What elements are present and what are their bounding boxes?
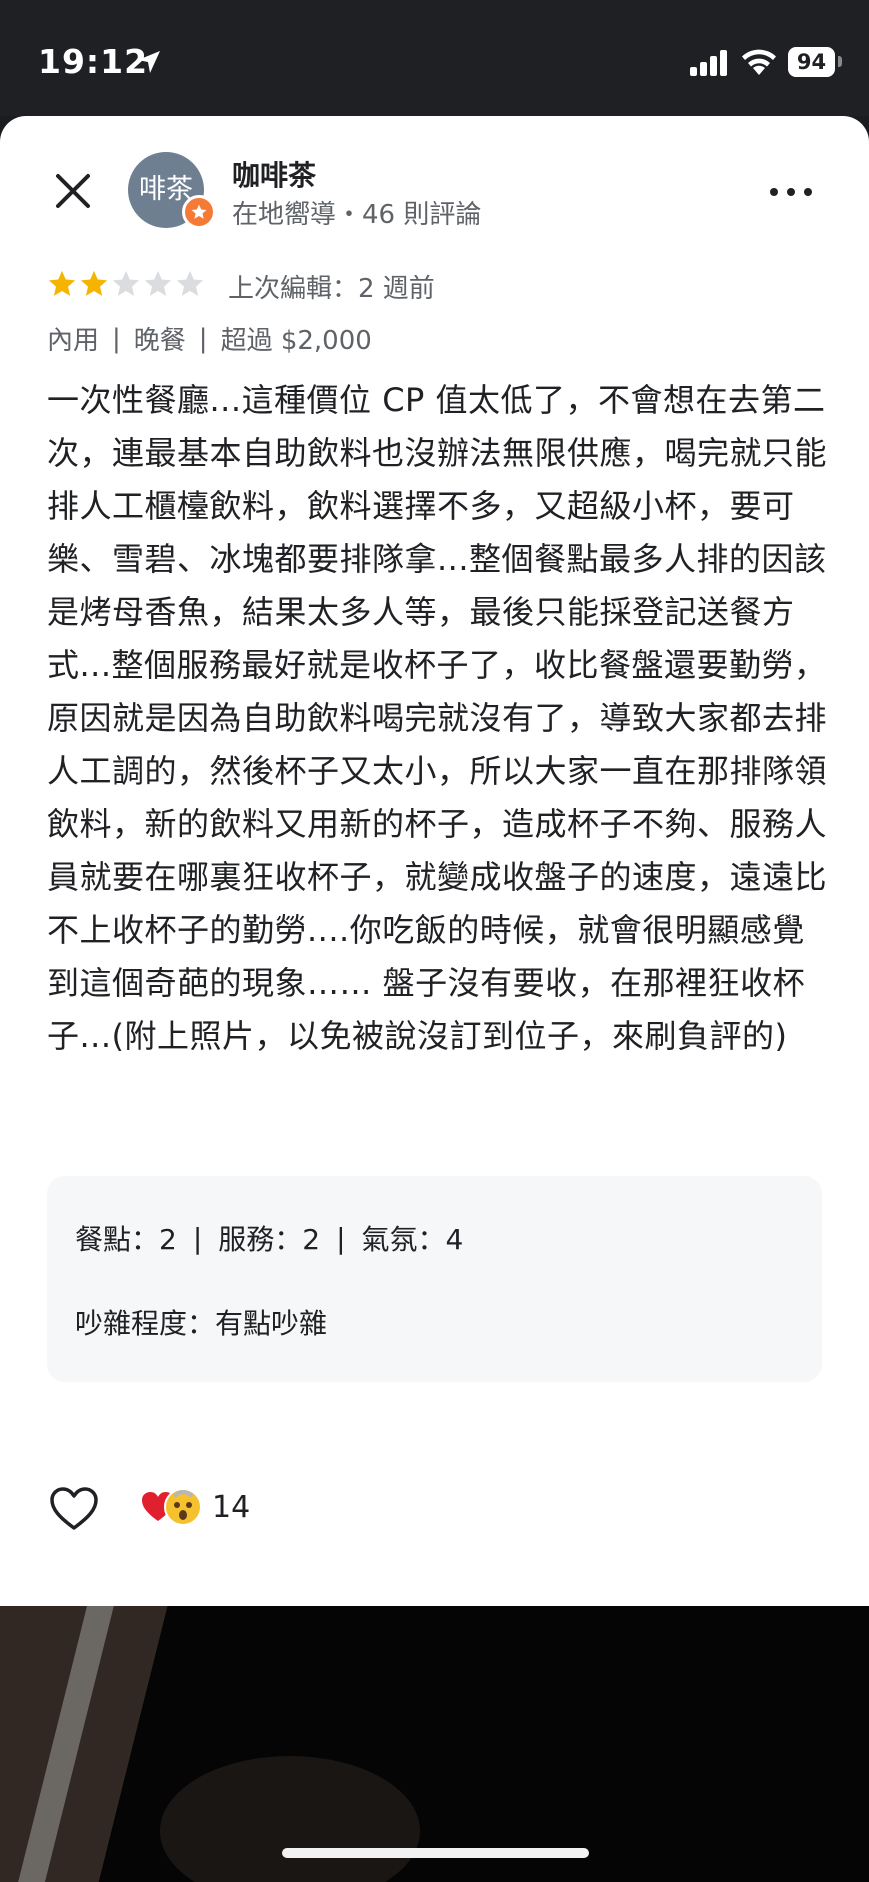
atmosphere-rating: 氣氛：4 (361, 1223, 464, 1256)
status-bar: 19:12 94 (0, 0, 869, 116)
sub-ratings-row: 餐點：2 | 服務：2 | 氣氛：4 (75, 1218, 463, 1258)
rating-separator: | (336, 1221, 346, 1255)
battery-indicator: 94 (788, 47, 835, 77)
tag-dine-in: 內用 (47, 326, 100, 356)
review-photo[interactable] (0, 1606, 869, 1882)
tag-meal: 晚餐 (133, 326, 186, 356)
rating-separator: | (192, 1221, 203, 1255)
star-rating (47, 269, 205, 299)
food-rating: 餐點：2 (75, 1223, 177, 1256)
local-guide-badge-icon (182, 195, 216, 229)
photo-shadow (160, 1756, 420, 1882)
cellular-signal-icon (690, 50, 727, 76)
like-heart-icon[interactable] (49, 1486, 99, 1532)
reactions-summary[interactable]: 14 (140, 1488, 250, 1526)
tag-price: 超過 $2,000 (220, 326, 372, 356)
more-options-icon[interactable] (770, 182, 814, 202)
battery-tip (838, 56, 842, 67)
star-filled-icon (48, 270, 76, 296)
home-indicator[interactable] (282, 1848, 589, 1858)
tag-separator: | (198, 323, 208, 354)
visit-tags: 內用 | 晚餐 | 超過 $2,000 (47, 320, 372, 357)
star-empty-icon (144, 270, 172, 296)
status-time: 19:12 (38, 42, 149, 81)
review-card: 啡茶 咖啡茶 在地嚮導・46 則評論 上次編輯：2 週前 內用 | 晚餐 | 超… (0, 116, 869, 1606)
location-arrow-icon (138, 51, 160, 73)
review-text: 一次性餐廳...這種價位 CP 值太低了，不會想在去第二次，連最基本自助飲料也沒… (47, 381, 828, 1055)
reaction-count: 14 (212, 1489, 251, 1525)
edited-time: 上次編輯：2 週前 (228, 274, 435, 304)
wifi-icon (742, 49, 776, 75)
sub-ratings-box: 餐點：2 | 服務：2 | 氣氛：4 吵雜程度：有點吵雜 (47, 1176, 822, 1382)
noise-level: 吵雜程度：有點吵雜 (75, 1307, 328, 1340)
reviewer-subline: 在地嚮導・46 則評論 (232, 200, 482, 230)
close-icon[interactable] (50, 168, 96, 214)
reviewer-name[interactable]: 咖啡茶 (232, 154, 316, 194)
service-rating: 服務：2 (218, 1223, 321, 1256)
mind-blown-reaction-icon (164, 1488, 202, 1526)
tag-separator: | (112, 323, 121, 354)
star-empty-icon (112, 270, 140, 296)
star-empty-icon (176, 270, 204, 296)
star-filled-icon (80, 270, 108, 296)
